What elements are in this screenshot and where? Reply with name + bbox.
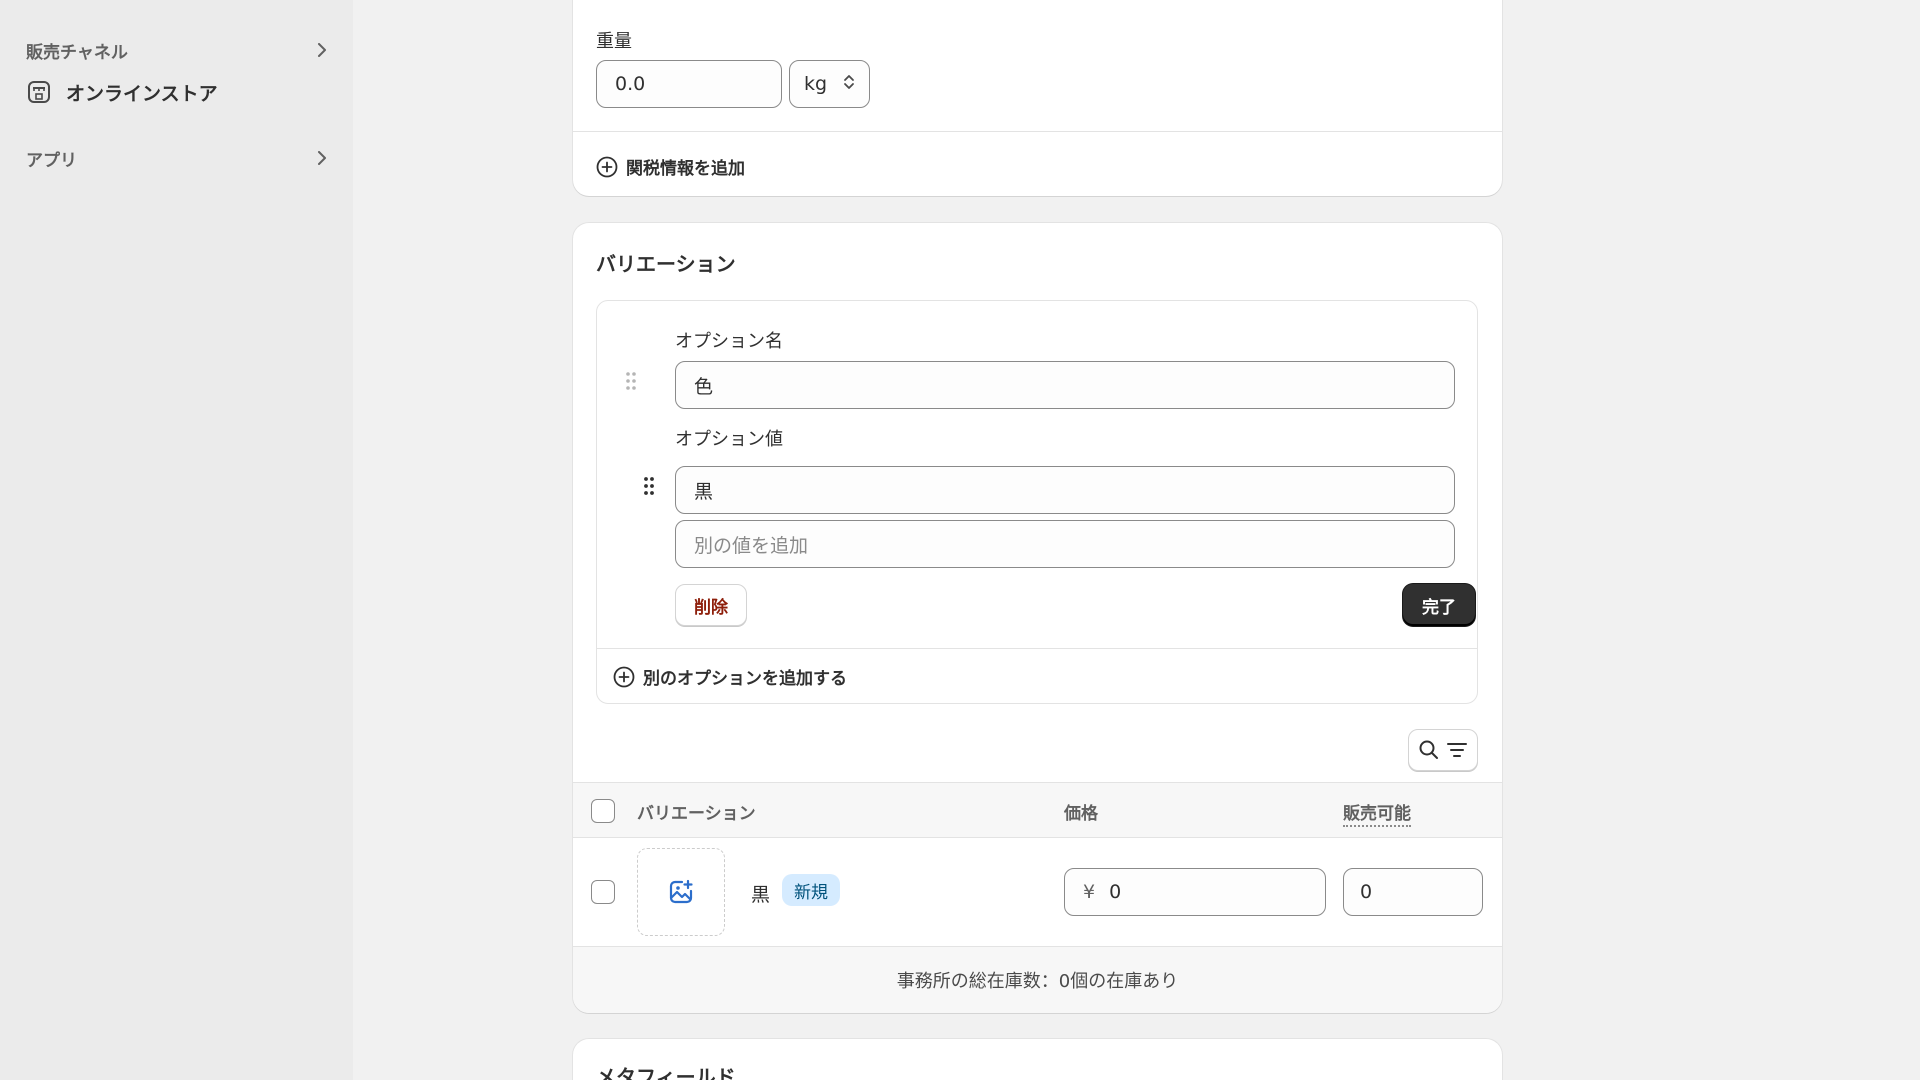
unit-value: kg <box>804 73 828 95</box>
add-variant-image-button[interactable] <box>637 848 725 936</box>
store-icon <box>26 79 52 105</box>
search-icon <box>1419 740 1438 759</box>
add-customs-info-label: 関税情報を追加 <box>626 159 745 179</box>
weight-label: 重量 <box>596 31 632 52</box>
currency-prefix: ¥ <box>1083 881 1096 903</box>
done-button[interactable]: 完了 <box>1403 584 1475 626</box>
plus-circle-icon <box>613 666 635 687</box>
option-name-label: オプション名 <box>675 331 783 352</box>
row-checkbox[interactable] <box>591 880 615 904</box>
divider <box>597 648 1477 649</box>
variants-card: バリエーション オプション名 色 オプション値 黒 別の値を追加 削除 完了 別… <box>573 223 1502 1013</box>
variants-table-header: バリエーション 価格 販売可能 <box>573 782 1502 838</box>
option-value: 黒 <box>694 480 714 503</box>
sidebar-item-label: オンラインストア <box>66 82 218 105</box>
sidebar-section-label: アプリ <box>26 150 77 171</box>
delete-button[interactable]: 削除 <box>675 584 747 626</box>
column-header-available[interactable]: 販売可能 <box>1343 799 1411 827</box>
price-value: 0 <box>1109 881 1122 903</box>
weight-unit-select[interactable]: kg <box>789 60 870 108</box>
inventory-summary: 事務所の総在庫数：0個の在庫あり <box>573 946 1502 1013</box>
new-badge: 新規 <box>782 874 840 906</box>
option-name-input[interactable]: 色 <box>675 361 1455 409</box>
inventory-summary-text: 事務所の総在庫数：0個の在庫あり <box>896 971 1179 992</box>
add-another-option-label: 別のオプションを追加する <box>643 669 847 689</box>
sidebar-section-apps[interactable]: アプリ <box>26 145 331 171</box>
add-customs-info-button[interactable]: 関税情報を追加 <box>596 154 745 179</box>
add-image-icon <box>669 879 693 904</box>
option-name-value: 色 <box>694 375 714 398</box>
chevron-right-icon <box>313 149 331 167</box>
plus-circle-icon <box>596 156 618 177</box>
option-values-label: オプション値 <box>675 429 783 450</box>
metafields-card: メタフィールド <box>573 1039 1502 1080</box>
drag-handle-icon[interactable] <box>643 476 655 496</box>
select-arrows-icon <box>843 73 855 96</box>
shipping-card: 重量 0.0 kg 関税情報を追加 <box>573 0 1502 196</box>
available-quantity-input[interactable]: 0 <box>1343 868 1483 916</box>
sidebar-section-label: 販売チャネル <box>26 42 128 63</box>
variant-name: 黒 <box>751 884 771 906</box>
column-header-variation[interactable]: バリエーション <box>637 799 756 824</box>
available-value: 0 <box>1360 881 1373 903</box>
add-value-placeholder: 別の値を追加 <box>694 534 809 557</box>
add-option-value-input[interactable]: 別の値を追加 <box>675 520 1455 568</box>
sidebar-item-online-store[interactable]: オンラインストア <box>26 76 331 108</box>
weight-value: 0.0 <box>615 73 646 95</box>
metafields-title: メタフィールド <box>596 1065 736 1080</box>
drag-handle-icon[interactable] <box>625 371 637 391</box>
sidebar: 販売チャネル オンラインストア アプリ <box>0 0 353 1080</box>
column-header-price[interactable]: 価格 <box>1064 799 1098 824</box>
search-filter-button[interactable] <box>1408 729 1478 771</box>
option-editor: オプション名 色 オプション値 黒 別の値を追加 削除 完了 別のオプションを追… <box>596 300 1478 704</box>
add-another-option-button[interactable]: 別のオプションを追加する <box>613 664 847 689</box>
weight-input[interactable]: 0.0 <box>596 60 782 108</box>
option-value-input[interactable]: 黒 <box>675 466 1455 514</box>
sidebar-section-sales-channels[interactable]: 販売チャネル <box>26 37 331 63</box>
select-all-checkbox[interactable] <box>591 799 615 823</box>
divider <box>573 131 1502 132</box>
variants-title: バリエーション <box>596 252 736 276</box>
price-input[interactable]: ¥ 0 <box>1064 868 1326 916</box>
chevron-right-icon <box>313 41 331 59</box>
filter-icon <box>1447 743 1467 757</box>
